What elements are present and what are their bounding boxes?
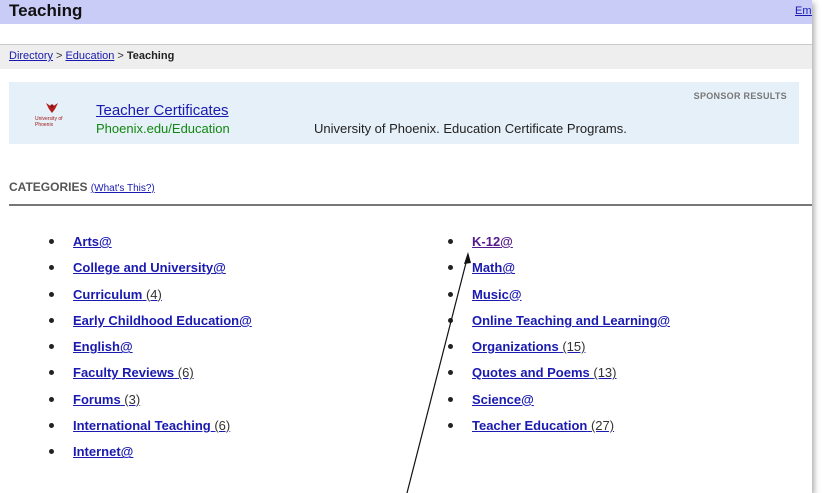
breadcrumb-separator: > bbox=[56, 50, 63, 62]
breadcrumb-directory-link[interactable]: Directory bbox=[9, 50, 53, 62]
bullet-icon bbox=[448, 265, 453, 271]
category-link[interactable]: College and University@ bbox=[73, 258, 226, 278]
category-link[interactable]: International Teaching (6) bbox=[73, 416, 230, 436]
category-label: Organizations bbox=[472, 339, 559, 355]
category-label: College and University@ bbox=[73, 260, 226, 276]
bullet-icon bbox=[49, 396, 54, 402]
category-label: Online Teaching and Learning@ bbox=[472, 312, 671, 328]
breadcrumb-current: Teaching bbox=[126, 50, 175, 62]
bullet-icon bbox=[49, 370, 54, 376]
category-link[interactable]: Science@ bbox=[472, 390, 534, 410]
bullet-icon bbox=[448, 396, 453, 402]
category-label: Internet@ bbox=[73, 444, 134, 460]
bullet-icon bbox=[49, 265, 54, 271]
category-link[interactable]: K-12@ bbox=[472, 232, 513, 252]
category-link[interactable]: English@ bbox=[73, 337, 133, 357]
breadcrumb-education-link[interactable]: Education bbox=[65, 50, 114, 62]
bullet-icon bbox=[49, 423, 54, 429]
category-link[interactable]: Teacher Education (27) bbox=[472, 416, 614, 436]
logo-text: University of Phoenix bbox=[35, 116, 63, 128]
category-link[interactable]: Organizations (15) bbox=[472, 337, 585, 357]
bullet-icon bbox=[49, 449, 54, 455]
phoenix-logo-icon bbox=[46, 103, 58, 113]
sponsor-results-label: SPONSOR RESULTS bbox=[693, 91, 787, 101]
category-label: Teacher Education bbox=[472, 418, 588, 434]
email-link[interactable]: Ema bbox=[795, 5, 812, 17]
bullet-icon bbox=[448, 344, 453, 350]
divider bbox=[9, 204, 812, 206]
ad-url-link[interactable]: Phoenix.edu/Education bbox=[96, 121, 230, 136]
category-link[interactable]: Math@ bbox=[472, 258, 515, 278]
page-header-bar: Teaching Ema bbox=[0, 0, 812, 24]
ad-description: University of Phoenix. Education Certifi… bbox=[314, 121, 627, 136]
category-count: (27) bbox=[590, 418, 615, 434]
category-link[interactable]: Internet@ bbox=[73, 442, 133, 462]
categories-title: CATEGORIES bbox=[9, 180, 88, 194]
category-label: Science@ bbox=[472, 391, 534, 407]
category-label: Arts@ bbox=[73, 234, 112, 249]
category-count: (6) bbox=[177, 365, 194, 381]
category-label: Curriculum bbox=[73, 286, 143, 302]
category-link[interactable]: Curriculum (4) bbox=[73, 285, 162, 305]
categories-heading: CATEGORIES (What's This?) bbox=[9, 180, 155, 194]
bullet-icon bbox=[448, 317, 453, 323]
browser-window: Teaching Ema Directory>Education>Teachin… bbox=[0, 0, 812, 493]
bullet-icon bbox=[49, 239, 54, 244]
category-count: (4) bbox=[145, 286, 162, 302]
category-label: Forums bbox=[73, 391, 121, 407]
category-count: (6) bbox=[214, 418, 231, 434]
bullet-icon bbox=[448, 370, 453, 376]
breadcrumb-separator: > bbox=[117, 50, 124, 62]
category-count: (3) bbox=[124, 391, 141, 407]
ad-title-link[interactable]: Teacher Certificates bbox=[96, 102, 229, 119]
category-label: K-12@ bbox=[472, 234, 513, 249]
category-label: International Teaching bbox=[73, 418, 211, 434]
category-link[interactable]: Early Childhood Education@ bbox=[73, 311, 252, 331]
category-label: Music@ bbox=[472, 286, 522, 302]
university-logo[interactable]: University of Phoenix bbox=[35, 102, 73, 132]
bullet-icon bbox=[49, 344, 54, 350]
breadcrumb: Directory > Education > Teaching bbox=[0, 44, 812, 69]
category-link[interactable]: Online Teaching and Learning@ bbox=[472, 311, 670, 331]
category-link[interactable]: Faculty Reviews (6) bbox=[73, 363, 194, 383]
category-link[interactable]: Forums (3) bbox=[73, 390, 140, 410]
category-count: (13) bbox=[593, 365, 617, 381]
whats-this-link[interactable]: (What's This?) bbox=[91, 183, 155, 194]
category-label: Early Childhood Education@ bbox=[73, 312, 252, 328]
bullet-icon bbox=[448, 423, 453, 429]
category-label: English@ bbox=[73, 339, 133, 355]
category-count: (15) bbox=[562, 339, 586, 355]
page-title: Teaching bbox=[9, 1, 83, 20]
category-link[interactable]: Music@ bbox=[472, 285, 522, 305]
category-label: Quotes and Poems bbox=[472, 365, 590, 381]
bullet-icon bbox=[448, 239, 453, 244]
bullet-icon bbox=[49, 291, 54, 297]
category-link[interactable]: Quotes and Poems (13) bbox=[472, 363, 617, 383]
category-label: Math@ bbox=[472, 260, 516, 276]
category-link[interactable]: Arts@ bbox=[73, 232, 112, 252]
bullet-icon bbox=[448, 291, 453, 297]
bullet-icon bbox=[49, 317, 54, 323]
category-label: Faculty Reviews bbox=[73, 365, 175, 381]
